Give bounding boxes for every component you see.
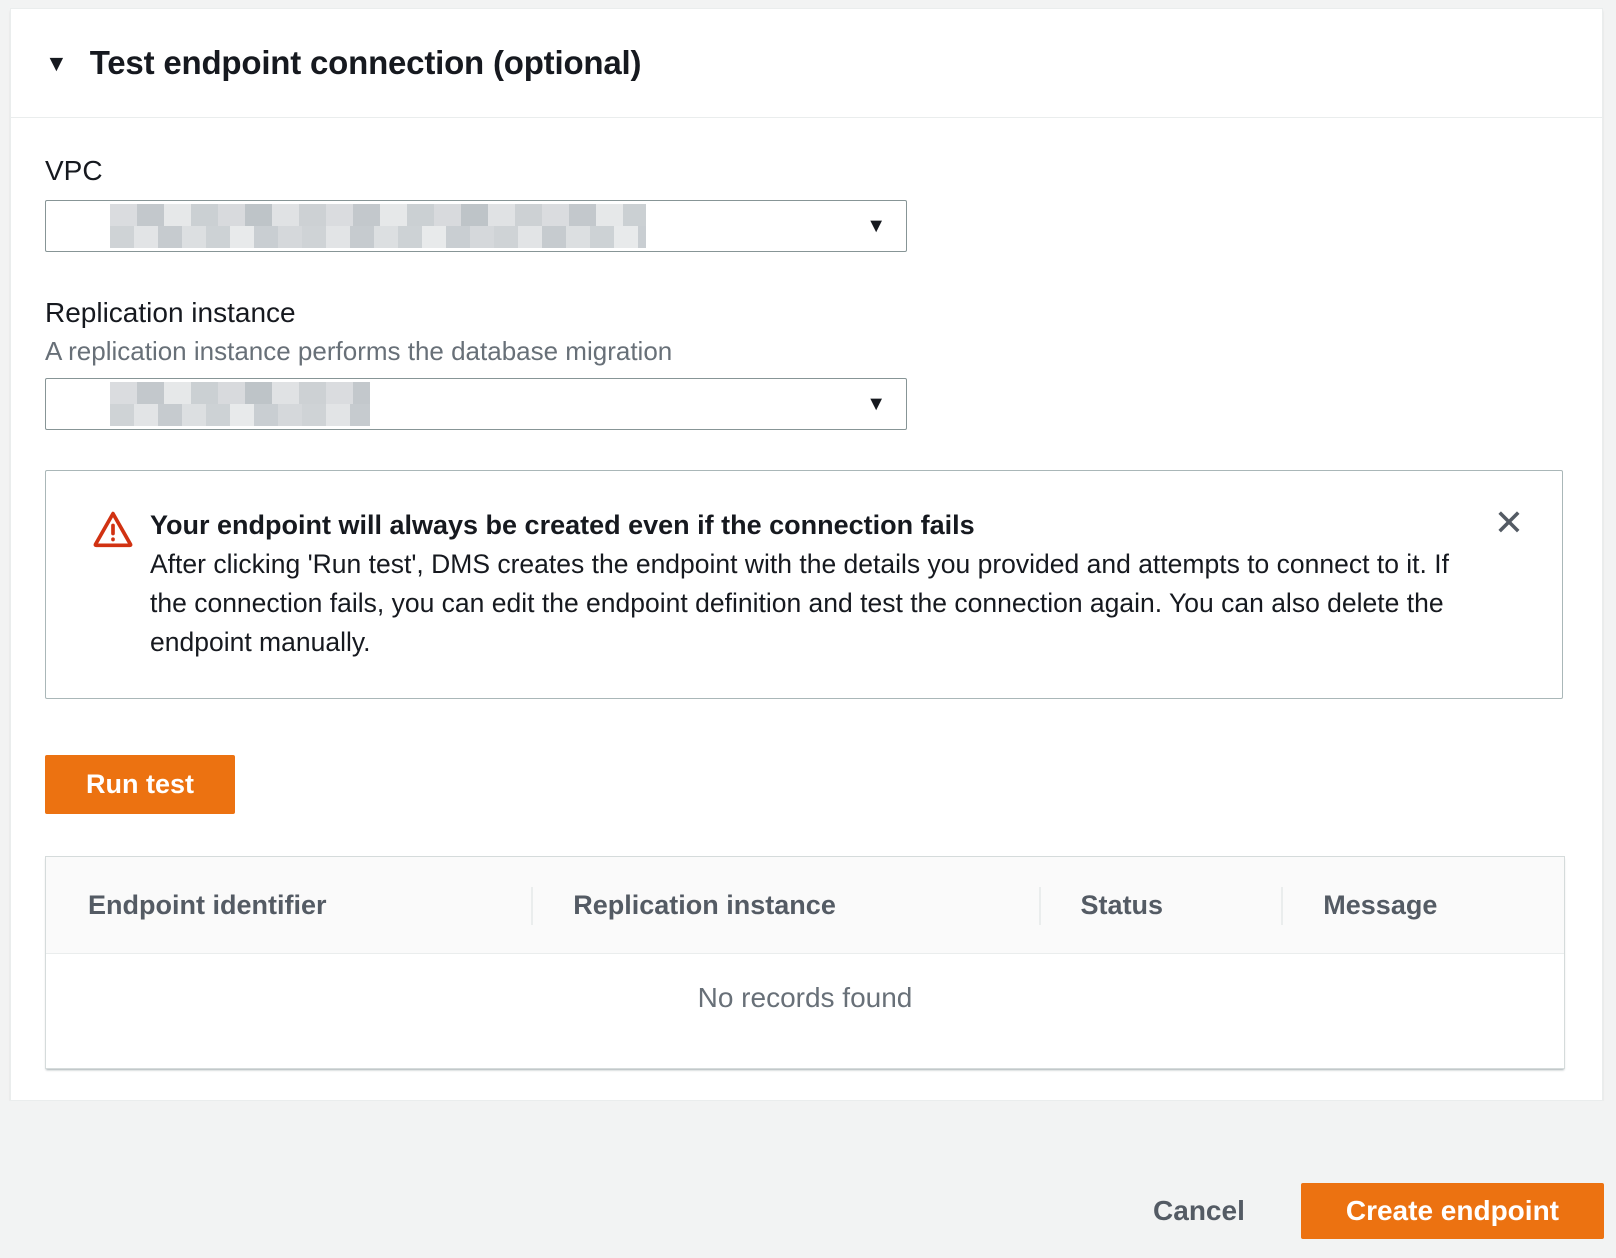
section-title: Test endpoint connection (optional)	[90, 44, 642, 82]
column-header-endpoint-identifier: Endpoint identifier	[46, 857, 531, 954]
section-body: VPC ▼ Replication instance A replication…	[11, 118, 1602, 1069]
dropdown-caret-icon: ▼	[866, 216, 886, 236]
warning-text-block: Your endpoint will always be created eve…	[150, 505, 1472, 662]
close-icon: ✕	[1494, 502, 1524, 543]
replication-instance-field: Replication instance A replication insta…	[45, 296, 1568, 430]
replication-instance-label: Replication instance	[45, 296, 1568, 330]
warning-alert: Your endpoint will always be created eve…	[45, 470, 1563, 699]
replication-instance-select[interactable]: ▼	[45, 378, 907, 430]
replication-instance-description: A replication instance performs the data…	[45, 336, 1568, 366]
table-header-row: Endpoint identifier Replication instance…	[46, 857, 1564, 954]
warning-triangle-icon	[92, 508, 134, 662]
cancel-button[interactable]: Cancel	[1153, 1183, 1245, 1239]
warning-body: After clicking 'Run test', DMS creates t…	[150, 545, 1472, 662]
test-endpoint-connection-panel: ▼ Test endpoint connection (optional) VP…	[10, 8, 1603, 1101]
empty-state-row: No records found	[46, 954, 1564, 1068]
dropdown-caret-icon: ▼	[866, 394, 886, 414]
vpc-field: VPC ▼	[45, 154, 1568, 252]
dismiss-warning-button[interactable]: ✕	[1490, 501, 1528, 545]
test-results-table: Endpoint identifier Replication instance…	[45, 856, 1565, 1069]
redacted-vpc-value	[110, 204, 646, 248]
section-header[interactable]: ▼ Test endpoint connection (optional)	[11, 9, 1602, 118]
column-header-status: Status	[1039, 857, 1282, 954]
vpc-label: VPC	[45, 154, 1568, 188]
no-records-message: No records found	[46, 954, 1564, 1068]
create-endpoint-button[interactable]: Create endpoint	[1301, 1183, 1604, 1239]
column-header-message: Message	[1281, 857, 1564, 954]
wizard-footer: Cancel Create endpoint	[0, 1101, 1616, 1258]
vpc-select[interactable]: ▼	[45, 200, 907, 252]
run-test-button[interactable]: Run test	[45, 755, 235, 814]
collapse-arrow-icon: ▼	[45, 52, 68, 75]
redacted-replication-instance-value	[110, 382, 370, 426]
warning-title: Your endpoint will always be created eve…	[150, 505, 1472, 545]
column-header-replication-instance: Replication instance	[531, 857, 1038, 954]
